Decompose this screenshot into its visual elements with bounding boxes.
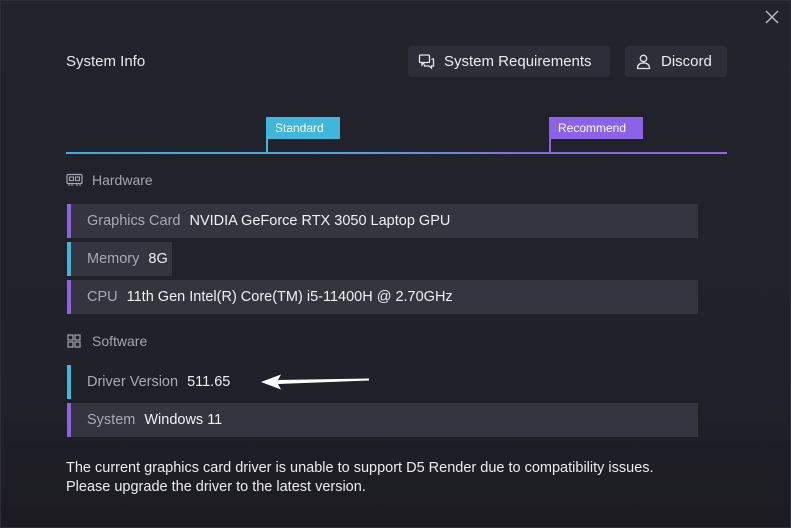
recommend-marker [549, 139, 551, 152]
memory-row: Memory 8G [67, 242, 172, 276]
cpu-row: CPU 11th Gen Intel(R) Core(TM) i5-11400H… [67, 280, 698, 314]
arrow-icon [261, 374, 369, 390]
system-requirements-button[interactable]: System Requirements [408, 46, 610, 77]
system-row: System Windows 11 [67, 403, 698, 437]
notice-line-1: The current graphics card driver is unab… [66, 460, 654, 476]
cpu-value: 11th Gen Intel(R) Core(TM) i5-11400H @ 2… [126, 289, 453, 305]
recommend-level-indicator [67, 280, 71, 314]
system-requirements-label: System Requirements [444, 53, 592, 70]
software-heading: Software [66, 332, 147, 350]
notice-line-2: Please upgrade the driver to the latest … [66, 479, 366, 495]
discord-label: Discord [661, 53, 712, 70]
user-icon [635, 53, 652, 70]
driver-version-value: 511.65 [187, 374, 231, 390]
graphics-card-row: Graphics Card NVIDIA GeForce RTX 3050 La… [67, 204, 698, 238]
compatibility-notice: The current graphics card driver is unab… [66, 459, 746, 497]
driver-version-row: Driver Version 511.65 [67, 365, 698, 399]
driver-version-label: Driver Version [87, 374, 179, 390]
dialog-title: System Info [66, 53, 146, 70]
level-track [66, 152, 727, 154]
hardware-heading: Hardware [66, 171, 153, 189]
recommend-level-indicator [67, 204, 71, 238]
software-heading-label: Software [92, 333, 148, 349]
recommend-tag: Recommend [549, 117, 643, 139]
chat-bubbles-icon [418, 53, 435, 70]
system-value: Windows 11 [144, 412, 223, 428]
standard-tag: Standard [266, 117, 340, 139]
memory-label: Memory [87, 251, 140, 267]
system-label: System [87, 412, 136, 428]
system-info-dialog: System Info System Requirements Discord … [0, 0, 791, 528]
hardware-chip-icon [66, 173, 83, 187]
close-icon[interactable] [762, 7, 782, 27]
standard-marker [266, 139, 268, 152]
windows-grid-icon [66, 334, 83, 348]
graphics-card-value: NVIDIA GeForce RTX 3050 Laptop GPU [189, 213, 451, 229]
standard-level-indicator [67, 242, 71, 276]
memory-value: 8G [148, 251, 168, 267]
hardware-heading-label: Hardware [92, 172, 153, 188]
standard-level-indicator [67, 365, 71, 399]
cpu-label: CPU [87, 289, 118, 305]
discord-button[interactable]: Discord [625, 46, 727, 77]
recommend-level-indicator [67, 403, 71, 437]
graphics-card-label: Graphics Card [87, 213, 181, 229]
